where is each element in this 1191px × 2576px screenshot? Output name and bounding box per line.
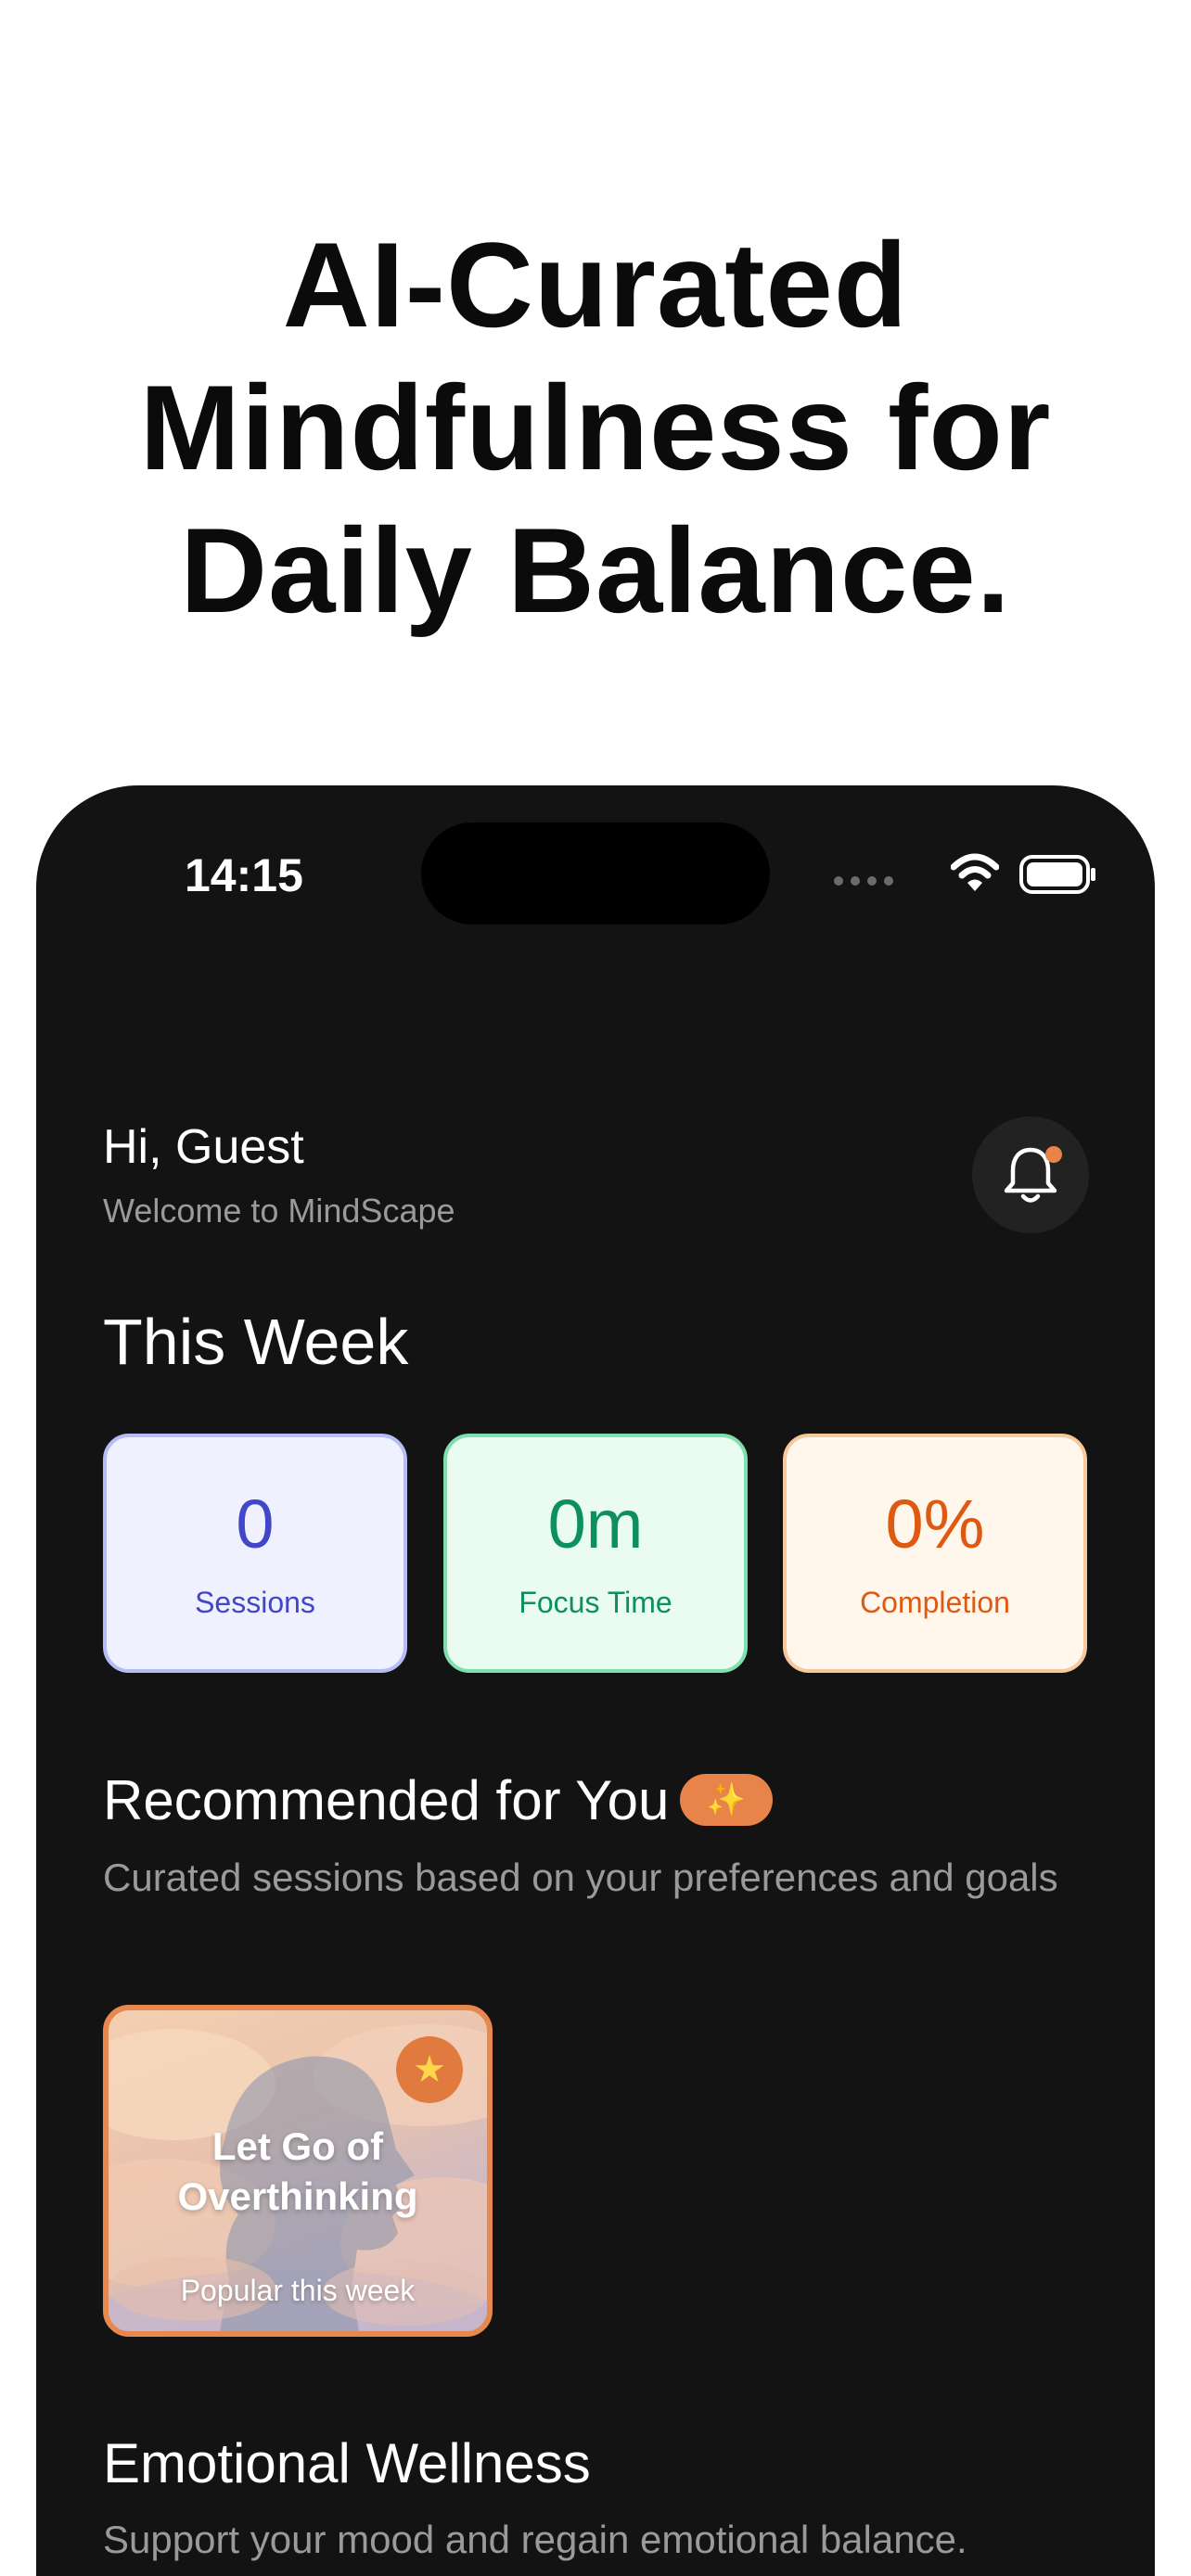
sparkles-badge: ✨ <box>680 1774 773 1826</box>
app-screenshot: AI-Curated Mindfulness for Daily Balance… <box>0 0 1191 2576</box>
session-tag: Popular this week <box>180 2274 416 2307</box>
dynamic-island <box>421 823 770 925</box>
battery-icon <box>1019 855 1095 894</box>
headline-line: Mindfulness for <box>139 360 1052 495</box>
stat-value: 0% <box>885 1486 985 1562</box>
welcome-subtitle: Welcome to MindScape <box>103 1192 455 1230</box>
section-title-emotional-wellness: Emotional Wellness <box>103 2432 591 2494</box>
phone-frame: 14:15 Hi, Guest Welcome to MindScape Thi… <box>36 785 1155 2576</box>
stat-value: 0m <box>547 1486 644 1562</box>
stat-card-focus-time[interactable]: 0m Focus Time <box>443 1434 748 1673</box>
stat-card-sessions[interactable]: 0 Sessions <box>103 1434 407 1673</box>
section-title-recommended: Recommended for You <box>103 1769 670 1831</box>
wifi-icon <box>951 853 999 891</box>
section-subtitle-emotional-wellness: Support your mood and regain emotional b… <box>103 2518 967 2561</box>
greeting-title: Hi, Guest <box>103 1120 304 1174</box>
section-title-this-week: This Week <box>103 1306 409 1378</box>
stat-label: Completion <box>860 1586 1010 1619</box>
headline-line: Daily Balance. <box>180 503 1011 638</box>
stat-label: Sessions <box>195 1586 315 1619</box>
section-subtitle-recommended: Curated sessions based on your preferenc… <box>103 1855 1058 1899</box>
star-icon: ★ <box>396 2036 463 2103</box>
session-card[interactable]: ★ Let Go of Overthinking Popular this we… <box>103 2005 493 2337</box>
stat-value: 0 <box>236 1486 275 1562</box>
signal-icon <box>834 876 893 886</box>
notifications-button[interactable] <box>972 1116 1089 1233</box>
headline-line: AI-Curated <box>282 217 909 352</box>
status-time: 14:15 <box>185 849 303 901</box>
stat-label: Focus Time <box>519 1586 672 1619</box>
unread-indicator <box>1045 1146 1062 1163</box>
marketing-headline: AI-Curated Mindfulness for Daily Balance… <box>0 213 1191 642</box>
stat-card-completion[interactable]: 0% Completion <box>783 1434 1087 1673</box>
session-title: Let Go of Overthinking <box>177 2124 418 2218</box>
